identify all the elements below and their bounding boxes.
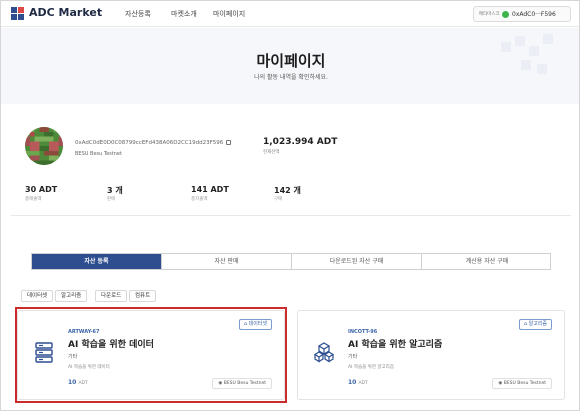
address-text: 0xAdC0dE0D0C08799ccEFd438A06D2CC19dd23F5… [75, 140, 224, 146]
tab-compute-purchases[interactable]: 계산용 자산 구매 [422, 254, 552, 269]
selection-highlight [15, 307, 287, 403]
page-subtitle: 나의 활동 내역을 확인하세요. [254, 74, 328, 81]
stat-value-purchases: 142 개 [274, 186, 301, 195]
avatar [25, 127, 63, 165]
page: ADC Market 자산등록 마켓소개 마이페이지 메타마스크 0xAdC0·… [0, 0, 580, 411]
filter-algorithm[interactable]: 알고리즘 [55, 290, 88, 302]
asset-tabs: 자산 등록 자산 판매 다운로드된 자산 구매 계산용 자산 구매 [31, 253, 551, 270]
tab-download-purchases[interactable]: 다운로드된 자산 구매 [292, 254, 422, 269]
asset-price: 10 ADT [348, 379, 368, 386]
wallet-avatar-icon [502, 11, 509, 18]
brand-name[interactable]: ADC Market [29, 6, 102, 19]
badge-text: 알고리즘 [528, 321, 547, 327]
asset-category: 기타 [348, 354, 358, 360]
stat-label-purchases: 구매 [274, 197, 283, 202]
nav-market-intro[interactable]: 마켓소개 [171, 9, 197, 19]
stat-label-spent: 총지출액 [191, 197, 208, 202]
logo-icon[interactable] [11, 7, 24, 20]
asset-title: AI 학습을 위한 알고리즘 [348, 340, 443, 350]
nav-asset-register[interactable]: 자산등록 [125, 9, 151, 19]
wallet-address: 0xAdC0···F596 [512, 11, 556, 18]
stat-value-spent: 141 ADT [191, 185, 229, 194]
tab-asset-sales[interactable]: 자산 판매 [162, 254, 292, 269]
hero-banner: 마이페이지 나의 활동 내역을 확인하세요. [1, 28, 579, 104]
stat-value-sales-count: 3 개 [107, 186, 123, 195]
section-divider [11, 215, 571, 216]
wallet-provider: 메타마스크 [479, 12, 500, 17]
tab-asset-register[interactable]: 자산 등록 [32, 254, 162, 269]
nav-mypage[interactable]: 마이페이지 [213, 9, 245, 19]
filter-download[interactable]: 다운로드 [95, 290, 128, 302]
stat-label-sales-count: 판매 [107, 197, 116, 202]
wallet-address-full: 0xAdC0dE0D0C08799ccEFd438A06D2CC19dd23F5… [75, 140, 232, 146]
cubes-icon [314, 342, 334, 363]
stat-value-sales-amount: 30 ADT [25, 185, 58, 194]
balance-label: 현재잔액 [263, 150, 280, 155]
balance-value: 1,023.994 ADT [263, 137, 338, 147]
asset-code: INCOTT-96 [348, 329, 378, 335]
copy-icon[interactable] [226, 140, 232, 145]
stat-label-sales-amount: 총매출액 [25, 197, 42, 202]
chain-text: BESU Besu Testnet [503, 381, 546, 386]
asset-card-algorithm[interactable]: ⌂ 알고리즘 INCOTT-96 AI 학습을 위한 알고리즘 기타 AI 학습… [297, 310, 565, 400]
top-header: ADC Market 자산등록 마켓소개 마이페이지 메타마스크 0xAdC0·… [1, 1, 579, 27]
chain-badge: ◉ BESU Besu Testnet [492, 378, 552, 389]
wallet-button[interactable]: 메타마스크 0xAdC0···F596 [473, 6, 571, 22]
page-title: 마이페이지 [256, 52, 326, 70]
network-text: BESU Besu Testnet [75, 151, 122, 157]
type-badge: ⌂ 알고리즘 [518, 319, 552, 330]
filter-dataset[interactable]: 데이터셋 [21, 290, 54, 302]
asset-description: AI 학습을 위한 알고리즘 [348, 365, 394, 370]
filter-compute[interactable]: 컴퓨트 [129, 290, 157, 302]
network-label: BESU Besu Testnet [75, 151, 122, 157]
price-unit: ADT [358, 381, 368, 386]
price-value: 10 [348, 379, 357, 386]
